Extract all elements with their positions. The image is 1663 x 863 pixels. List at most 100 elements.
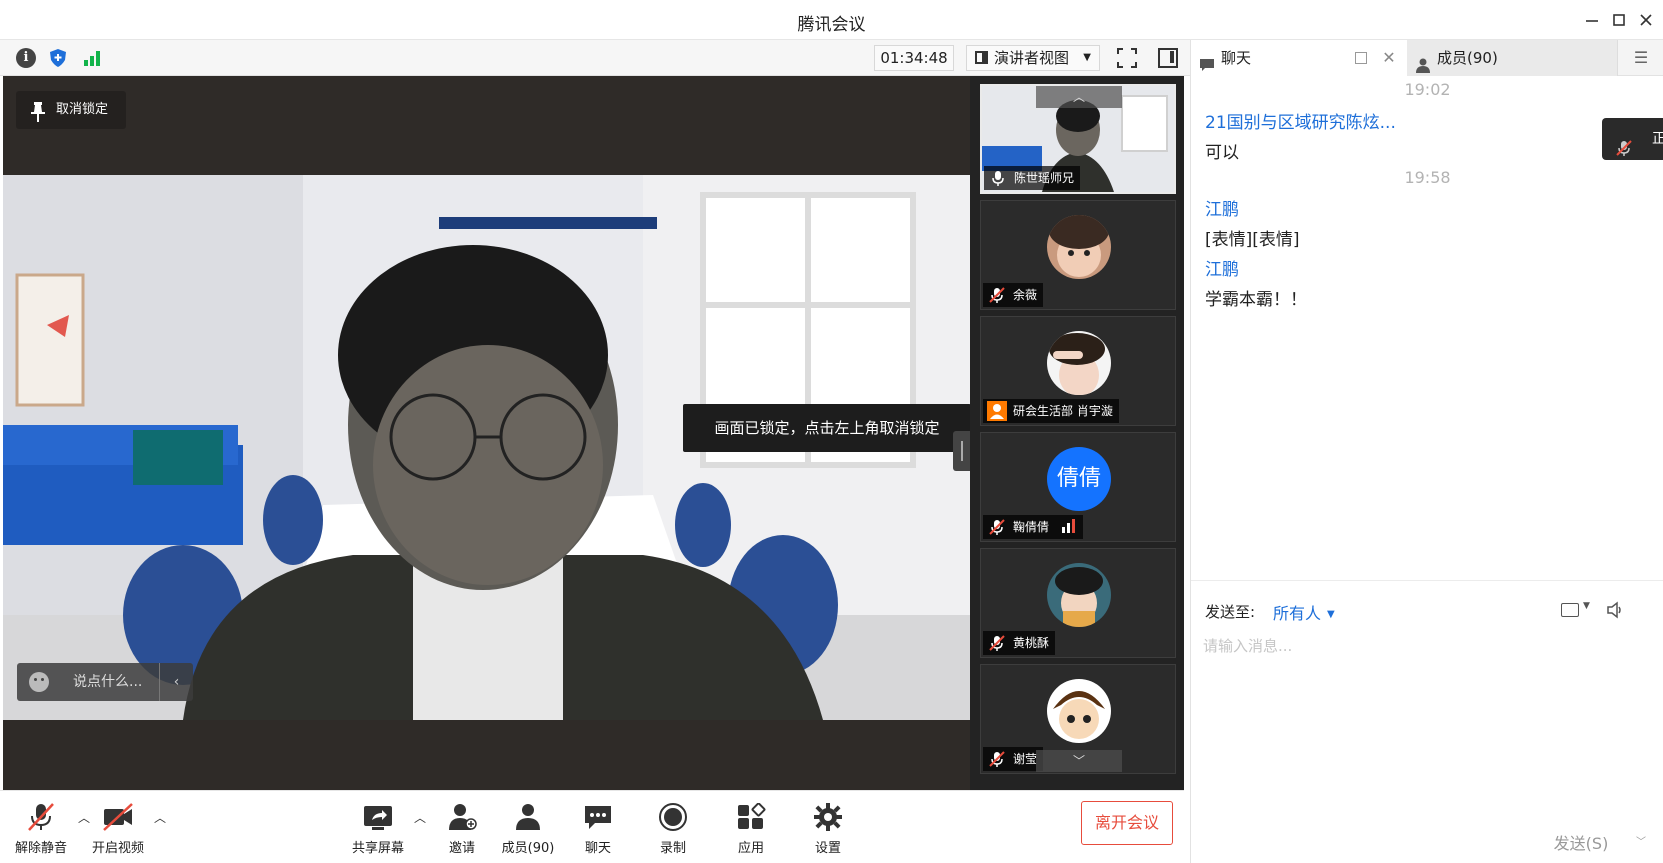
chat-button[interactable]: 聊天 bbox=[563, 799, 633, 859]
message-input[interactable] bbox=[1203, 635, 1651, 795]
message-sender[interactable]: 江鹏 bbox=[1205, 195, 1239, 220]
network-signal-icon[interactable] bbox=[82, 48, 102, 68]
chevron-down-icon[interactable]: ﹀ bbox=[1631, 833, 1651, 853]
quick-chat-bubble[interactable]: 说点什么... ‹ bbox=[17, 663, 193, 701]
chevron-up-icon[interactable]: ︿ bbox=[414, 809, 428, 825]
participant-name: 陈世瑶师兄 bbox=[1014, 171, 1075, 185]
microphone-muted-icon bbox=[989, 519, 1005, 535]
emoji-icon[interactable] bbox=[29, 672, 49, 692]
microphone-icon bbox=[990, 170, 1006, 186]
caret-down-icon: ▼ bbox=[1327, 609, 1335, 620]
members-button[interactable]: 成员(90) bbox=[493, 799, 563, 859]
participant-name: 研会生活部 肖宇漩 bbox=[1013, 404, 1113, 418]
tab-chat[interactable]: 聊天 ✕ bbox=[1191, 40, 1407, 76]
apps-button[interactable]: 应用 bbox=[716, 799, 786, 859]
lock-tooltip: 画面已锁定，点击左上角取消锁定 bbox=[683, 404, 971, 452]
start-video-label: 开启视频 bbox=[91, 841, 144, 856]
settings-button[interactable]: 设置 bbox=[793, 799, 863, 859]
speaking-indicator: 正在讲话 bbox=[1602, 118, 1663, 160]
title-bar: 腾讯会议 bbox=[0, 0, 1663, 40]
unlock-button[interactable]: 取消锁定 bbox=[16, 91, 126, 129]
members-icon bbox=[516, 804, 540, 830]
settings-label: 设置 bbox=[814, 841, 841, 856]
participant-tile[interactable]: ︿ 陈世瑶师兄 bbox=[980, 84, 1176, 194]
info-icon[interactable]: i bbox=[16, 48, 36, 68]
tab-members[interactable]: 成员(90) bbox=[1407, 40, 1617, 76]
participant-name-tag: 鞠倩倩 bbox=[983, 515, 1083, 539]
sidebar-toggle-icon[interactable] bbox=[1158, 48, 1178, 68]
popout-icon[interactable] bbox=[1355, 52, 1367, 64]
participant-tile[interactable]: 倩倩 鞠倩倩 bbox=[980, 432, 1176, 542]
participant-name: 余薇 bbox=[1013, 288, 1038, 302]
menu-icon[interactable]: ☰ bbox=[1617, 40, 1663, 76]
speaker-icon[interactable] bbox=[1606, 601, 1624, 619]
chevron-up-icon[interactable]: ︿ bbox=[154, 809, 168, 825]
record-button[interactable]: 录制 bbox=[638, 799, 708, 859]
person-icon bbox=[987, 401, 1007, 421]
members-label: 成员(90) bbox=[501, 841, 555, 856]
message-sender[interactable]: 江鹏 bbox=[1205, 255, 1239, 280]
view-mode-label: 演讲者视图 bbox=[994, 49, 1070, 67]
window-title: 腾讯会议 bbox=[797, 15, 866, 35]
gear-icon bbox=[814, 803, 842, 831]
invite-label: 邀请 bbox=[448, 841, 475, 856]
participant-tile[interactable]: 研会生活部 肖宇漩 bbox=[980, 316, 1176, 426]
share-screen-label: 共享屏幕 bbox=[351, 841, 404, 856]
participant-name: 谢莹 bbox=[1013, 752, 1038, 766]
minimize-icon[interactable] bbox=[1580, 8, 1604, 32]
send-to-dropdown[interactable]: 所有人 ▼ bbox=[1273, 600, 1335, 624]
view-mode-dropdown[interactable]: 演讲者视图 ▼ bbox=[966, 45, 1100, 71]
close-icon[interactable] bbox=[1634, 8, 1658, 32]
chevron-down-icon[interactable]: ﹀ bbox=[1036, 750, 1122, 772]
participant-avatar bbox=[1047, 331, 1111, 395]
pin-icon bbox=[30, 100, 46, 122]
chat-label: 聊天 bbox=[584, 841, 611, 856]
camera-off-icon bbox=[103, 803, 133, 831]
strip-resize-handle[interactable] bbox=[953, 431, 971, 471]
participant-avatar bbox=[1047, 563, 1111, 627]
fullscreen-icon[interactable] bbox=[1117, 48, 1137, 68]
chat-messages: 19:02 21国别与区域研究陈炫... 可以 19:58 江鹏 [表情][表情… bbox=[1191, 76, 1663, 621]
participant-name: 鞠倩倩 bbox=[1013, 520, 1050, 534]
message-sender[interactable]: 21国别与区域研究陈炫... bbox=[1205, 108, 1396, 133]
panel-tabs: 聊天 ✕ 成员(90) ☰ bbox=[1191, 40, 1663, 76]
message-text: 可以 bbox=[1205, 143, 1239, 163]
chat-icon bbox=[585, 806, 611, 829]
chat-panel: 聊天 ✕ 成员(90) ☰ 19:02 21国别与区域研究陈炫... 可以 19… bbox=[1190, 40, 1663, 863]
message-timestamp: 19:58 bbox=[1404, 168, 1451, 187]
participant-tile[interactable]: 余薇 bbox=[980, 200, 1176, 310]
share-screen-icon bbox=[364, 806, 392, 830]
apps-label: 应用 bbox=[737, 841, 764, 856]
microphone-muted-icon bbox=[989, 287, 1005, 303]
participant-avatar bbox=[1047, 215, 1111, 279]
participant-tile[interactable]: 黄桃酥 bbox=[980, 548, 1176, 658]
chevron-down-icon: ▼ bbox=[1083, 52, 1091, 63]
chevron-left-icon[interactable]: ‹ bbox=[159, 663, 193, 701]
folder-icon[interactable] bbox=[1561, 603, 1579, 617]
top-toolbar: i 01:34:48 演讲者视图 ▼ bbox=[0, 40, 1196, 76]
signal-weak-icon bbox=[1061, 517, 1077, 541]
shield-icon[interactable] bbox=[48, 48, 68, 68]
participant-name-tag: 陈世瑶师兄 bbox=[984, 166, 1081, 190]
leave-meeting-button[interactable]: 离开会议 bbox=[1081, 801, 1173, 845]
maximize-icon[interactable] bbox=[1607, 8, 1631, 32]
send-button[interactable]: 发送(S) bbox=[1536, 829, 1626, 859]
participant-letter-avatar: 倩倩 bbox=[1047, 447, 1111, 511]
microphone-muted-icon bbox=[989, 635, 1005, 651]
unmute-label: 解除静音 bbox=[14, 841, 67, 856]
chevron-up-icon[interactable]: ︿ bbox=[1036, 86, 1122, 108]
unmute-button[interactable]: 解除静音 bbox=[6, 799, 76, 859]
apps-icon bbox=[738, 803, 766, 829]
microphone-muted-icon bbox=[1616, 131, 1632, 156]
start-video-button[interactable]: 开启视频 bbox=[83, 799, 153, 859]
message-text: [表情][表情] bbox=[1205, 230, 1300, 250]
tab-chat-label: 聊天 bbox=[1221, 49, 1252, 67]
invite-button[interactable]: 邀请 bbox=[427, 799, 497, 859]
share-screen-button[interactable]: 共享屏幕 bbox=[343, 799, 413, 859]
caret-down-icon[interactable]: ▼ bbox=[1583, 601, 1590, 611]
participant-name-tag: 黄桃酥 bbox=[983, 631, 1056, 655]
chat-icon bbox=[1199, 50, 1215, 71]
close-icon[interactable]: ✕ bbox=[1377, 40, 1401, 76]
add-user-icon bbox=[449, 804, 477, 830]
participant-strip: ︿ 陈世瑶师兄 余薇 研会生活部 肖宇漩 倩倩 鞠倩倩 黄桃酥 谢莹 ﹀ bbox=[970, 76, 1184, 790]
